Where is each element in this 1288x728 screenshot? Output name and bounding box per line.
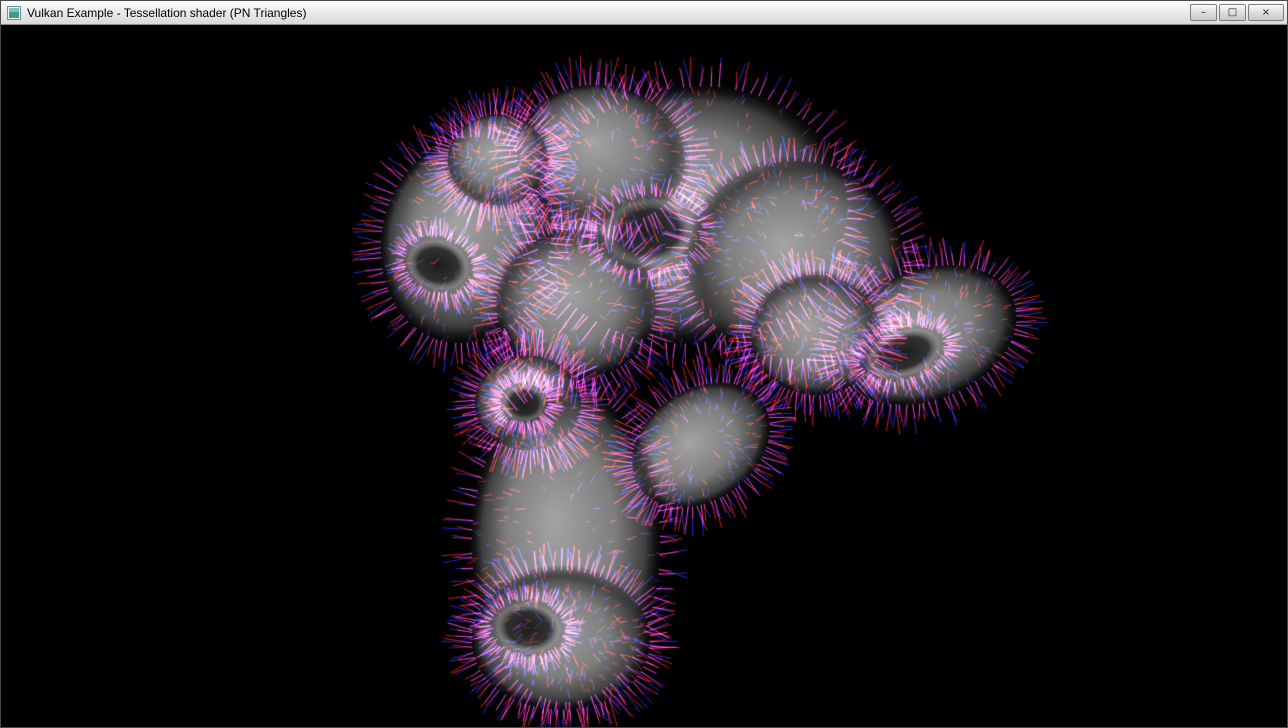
close-button[interactable]: × (1248, 4, 1284, 21)
viewport[interactable] (1, 25, 1287, 727)
minimize-button[interactable]: – (1190, 4, 1217, 21)
maximize-icon: □ (1228, 6, 1237, 19)
app-window: Vulkan Example - Tessellation shader (PN… (0, 0, 1288, 728)
minimize-icon: – (1201, 6, 1206, 19)
app-icon (6, 5, 21, 20)
render-canvas[interactable] (1, 25, 1287, 727)
maximize-button[interactable]: □ (1219, 4, 1246, 21)
window-title: Vulkan Example - Tessellation shader (PN… (27, 6, 1190, 20)
close-icon: × (1262, 6, 1270, 19)
window-controls: – □ × (1190, 4, 1284, 21)
titlebar[interactable]: Vulkan Example - Tessellation shader (PN… (1, 1, 1287, 25)
app-icon-image (7, 6, 21, 20)
